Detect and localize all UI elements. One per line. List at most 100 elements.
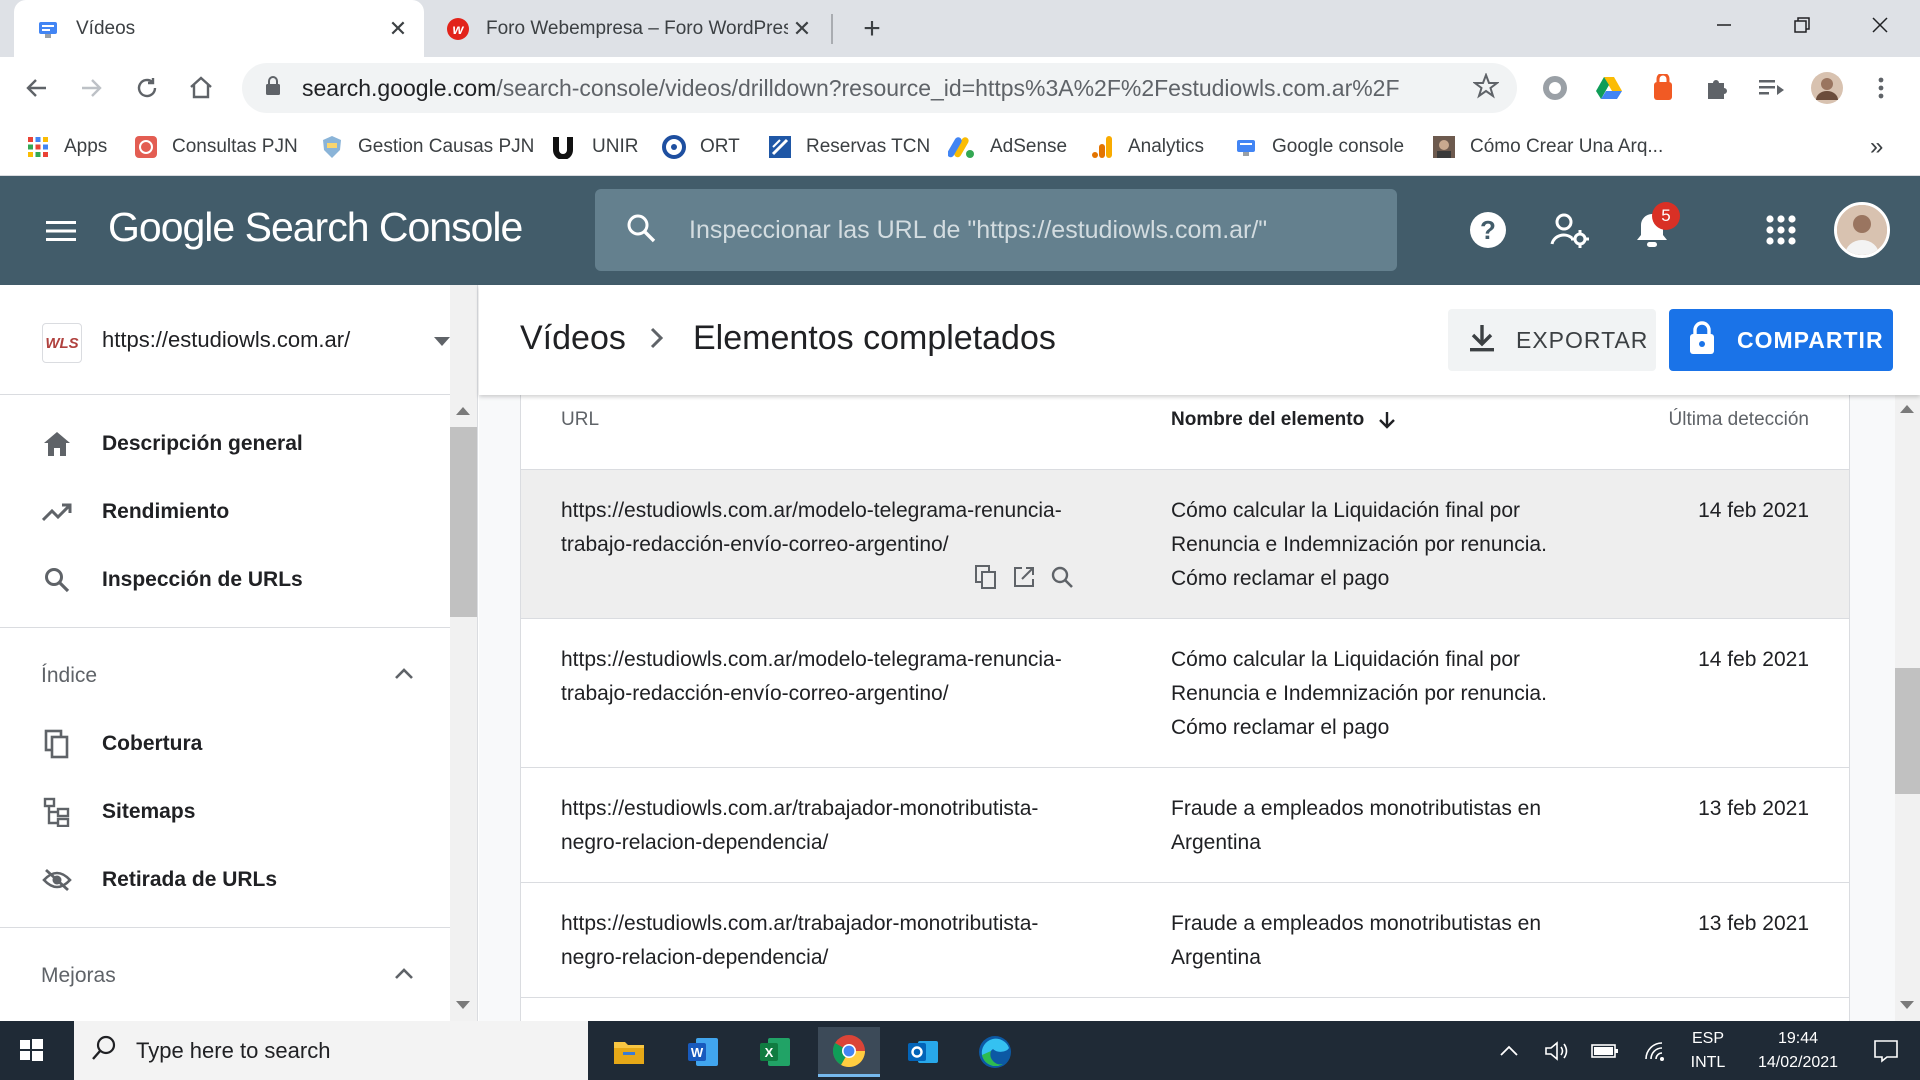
volume-icon[interactable] [1540, 1021, 1574, 1080]
clock-date: 14/02/2021 [1757, 1054, 1839, 1071]
sidebar-section-index[interactable]: Índice [0, 651, 450, 701]
reload-button[interactable] [126, 67, 168, 109]
show-hidden-icons-chevron-icon[interactable] [1494, 1021, 1524, 1080]
close-tab-icon[interactable]: ✕ [384, 15, 412, 43]
home-button[interactable] [180, 67, 222, 109]
notification-badge: 5 [1652, 202, 1680, 230]
tab-separator [831, 14, 833, 44]
media-queue-icon[interactable] [1752, 69, 1790, 107]
scroll-up-arrow-icon[interactable] [1900, 405, 1914, 413]
bookmark-ort[interactable]: ORT [662, 131, 740, 163]
bookmark-label: UNIR [592, 136, 639, 157]
search-icon [90, 1034, 118, 1067]
tab-title: Vídeos [76, 17, 136, 39]
word-icon[interactable]: W [672, 1027, 734, 1077]
google-apps-icon[interactable] [1757, 206, 1805, 254]
table-row[interactable]: https://estudiowls.com.ar/modelo-telegra… [521, 470, 1849, 619]
windows-start-icon[interactable] [14, 1033, 50, 1069]
forward-button[interactable] [70, 67, 112, 109]
apps-grid-icon [26, 135, 50, 159]
account-avatar[interactable] [1834, 202, 1890, 258]
address-bar[interactable]: search.google.com/search-console/videos/… [242, 63, 1517, 113]
close-window-button[interactable] [1842, 0, 1918, 50]
bookmark-consultas-pjn[interactable]: Consultas PJN [134, 131, 298, 163]
google-drive-icon[interactable] [1590, 69, 1628, 107]
bookmark-gestion-causas-pjn[interactable]: Gestion Causas PJN [320, 131, 534, 163]
help-icon[interactable]: ? [1464, 206, 1512, 254]
battery-icon[interactable] [1586, 1021, 1624, 1080]
url-inspection-search[interactable]: Inspeccionar las URL de "https://estudio… [595, 189, 1397, 271]
column-header-last-detected[interactable]: Última detección [1669, 409, 1809, 431]
main-menu-icon[interactable] [44, 214, 78, 248]
user-settings-icon[interactable] [1546, 206, 1594, 254]
bookmark-google-console[interactable]: Google console [1234, 131, 1404, 163]
restore-window-button[interactable] [1764, 0, 1840, 50]
bookmark-reservas-tcn[interactable]: Reservas TCN [768, 131, 930, 163]
bookmark-como-crear[interactable]: Cómo Crear Una Arq... [1432, 131, 1663, 163]
tab-videos[interactable]: Vídeos ✕ [14, 0, 424, 57]
edge-icon[interactable] [964, 1027, 1026, 1077]
table-row[interactable]: https://estudiowls.com.ar/trabajador-mon… [521, 883, 1849, 998]
main-scrollbar-thumb[interactable] [1895, 668, 1920, 794]
action-center-icon[interactable] [1864, 1021, 1908, 1080]
bookmark-unir[interactable]: UNIR [550, 131, 638, 163]
input-language-indicator[interactable]: ESP INTL [1686, 1027, 1730, 1075]
inspect-url-icon[interactable] [1049, 564, 1075, 590]
table-row[interactable]: https://estudiowls.com.ar/trabajador-mon… [521, 768, 1849, 883]
minimize-window-button[interactable] [1686, 0, 1762, 50]
pjn-icon [134, 135, 158, 159]
close-tab-icon[interactable]: ✕ [788, 15, 816, 43]
column-header-item-name[interactable]: Nombre del elemento [1171, 409, 1396, 431]
outlook-icon[interactable] [892, 1027, 954, 1077]
copy-icon[interactable] [973, 564, 999, 590]
gsc-logo[interactable]: Google Search Console [108, 204, 523, 251]
bookmark-star-icon[interactable] [1472, 71, 1500, 104]
address-url: search.google.com/search-console/videos/… [302, 75, 1473, 102]
tab-foro-webempresa[interactable]: w Foro Webempresa – Foro WordPress ✕ [428, 0, 828, 57]
bookmark-label: Apps [64, 136, 108, 157]
bookmarks-overflow-button[interactable]: » [1870, 131, 1883, 163]
sidebar-item-coverage[interactable]: Cobertura [0, 715, 450, 773]
dropdown-caret-icon [434, 337, 450, 346]
back-button[interactable] [16, 67, 58, 109]
sidebar-item-sitemaps[interactable]: Sitemaps [0, 783, 450, 841]
system-clock[interactable]: 19:44 14/02/2021 [1742, 1027, 1854, 1075]
sidebar-item-performance[interactable]: Rendimiento [0, 483, 450, 541]
table-row[interactable]: https://estudiowls.com.ar/modelo-telegra… [521, 619, 1849, 768]
section-label: Índice [41, 664, 98, 687]
google-console-icon [1234, 135, 1258, 159]
sidebar-scrollbar[interactable] [450, 285, 477, 1021]
wifi-icon[interactable] [1638, 1021, 1674, 1080]
chevron-up-icon [394, 967, 414, 985]
bookmark-apps[interactable]: Apps [26, 131, 107, 163]
column-header-label: Nombre del elemento [1171, 409, 1365, 430]
chrome-profile-avatar[interactable] [1808, 69, 1846, 107]
browser-toolbar: search.google.com/search-console/videos/… [0, 57, 1920, 119]
extensions-puzzle-icon[interactable] [1698, 69, 1736, 107]
export-button[interactable]: EXPORTAR [1448, 309, 1656, 371]
bookmark-label: ORT [700, 136, 740, 157]
share-button[interactable]: COMPARTIR [1669, 309, 1893, 371]
sidebar-section-enhancements[interactable]: Mejoras [0, 951, 450, 1001]
sidebar-item-url-inspection[interactable]: Inspección de URLs [0, 551, 450, 609]
scroll-down-arrow-icon[interactable] [456, 1001, 470, 1009]
sidebar-item-overview[interactable]: Descripción general [0, 415, 450, 473]
bookmark-analytics[interactable]: Analytics [1090, 131, 1204, 163]
taskbar-search[interactable]: Type here to search [74, 1021, 588, 1080]
sidebar-scrollbar-thumb[interactable] [450, 427, 477, 617]
property-selector[interactable]: WLS https://estudiowls.com.ar/ [0, 285, 477, 395]
scroll-up-arrow-icon[interactable] [456, 407, 470, 415]
extension-gray-icon[interactable] [1536, 69, 1574, 107]
chrome-icon[interactable] [818, 1027, 880, 1077]
bookmark-adsense[interactable]: AdSense [948, 131, 1067, 163]
scroll-down-arrow-icon[interactable] [1900, 1001, 1914, 1009]
excel-icon[interactable]: X [744, 1027, 806, 1077]
column-header-url[interactable]: URL [561, 409, 599, 431]
sidebar-item-removals[interactable]: Retirada de URLs [0, 851, 450, 909]
extension-orange-icon[interactable] [1644, 69, 1682, 107]
open-in-new-icon[interactable] [1011, 564, 1037, 590]
file-explorer-icon[interactable] [598, 1027, 660, 1077]
chrome-menu-icon[interactable] [1862, 69, 1900, 107]
breadcrumb-videos[interactable]: Vídeos [520, 319, 626, 358]
new-tab-button[interactable]: + [855, 12, 889, 46]
